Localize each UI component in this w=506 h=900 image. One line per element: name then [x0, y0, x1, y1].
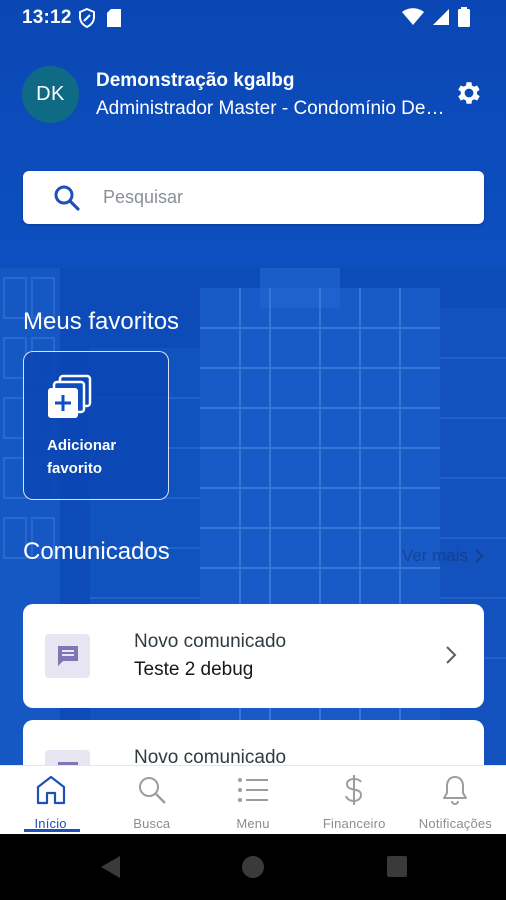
announcement-title: Teste 2 debug — [134, 659, 254, 680]
shield-icon — [79, 8, 95, 28]
announcement-card[interactable]: Novo comunicado Teste 2 debug — [23, 604, 484, 708]
nav-item-notificacoes[interactable]: Notificações — [405, 766, 506, 834]
chevron-right-icon — [446, 646, 457, 664]
recents-icon[interactable] — [386, 854, 408, 880]
avatar[interactable]: DK — [22, 66, 79, 123]
dollar-icon — [345, 775, 363, 805]
announcements-title: Comunicados — [23, 538, 170, 565]
search-icon — [138, 777, 166, 804]
signal-icon — [433, 9, 449, 25]
add-favorite-label: Adicionar favorito — [47, 437, 117, 477]
nav-label: Notificações — [418, 816, 493, 831]
app-screen: 13:12 DK Demonstração kgalbg Administrad… — [0, 0, 506, 834]
nav-item-busca[interactable]: Busca — [101, 766, 202, 834]
user-header: DK Demonstração kgalbg Administrador Mas… — [22, 64, 484, 124]
add-favorite-button[interactable]: Adicionar favorito — [23, 351, 169, 500]
chevron-right-icon — [475, 549, 484, 563]
nav-label: Busca — [133, 816, 171, 831]
active-indicator — [24, 829, 80, 832]
search-icon — [54, 185, 80, 211]
battery-icon — [458, 7, 470, 27]
favorites-title: Meus favoritos — [23, 308, 180, 335]
nav-label: Menu — [236, 816, 270, 831]
nav-item-menu[interactable]: Menu — [202, 766, 303, 834]
user-role: Administrador Master - Condomínio Demons… — [96, 98, 446, 119]
home-icon — [36, 775, 65, 805]
message-icon — [45, 634, 90, 678]
announcement-type: Novo comunicado — [134, 631, 287, 652]
home-button-icon[interactable] — [241, 854, 265, 880]
status-time: 13:12 — [22, 7, 72, 28]
gear-icon[interactable] — [454, 78, 484, 108]
system-navigation-bar — [0, 834, 506, 900]
back-icon[interactable] — [98, 854, 122, 880]
nav-item-inicio[interactable]: Início — [0, 766, 101, 834]
bell-icon — [443, 776, 468, 806]
user-name: Demonstração kgalbg — [96, 70, 295, 91]
nav-item-financeiro[interactable]: Financeiro — [304, 766, 405, 834]
menu-icon — [238, 778, 268, 802]
search-input[interactable] — [103, 187, 463, 208]
see-more-label: Ver mais — [401, 546, 468, 565]
bottom-navigation: Início Busca Menu Financeiro Notificaçõe… — [0, 765, 506, 834]
add-stack-icon — [48, 374, 92, 418]
wifi-icon — [402, 8, 424, 25]
sd-card-icon — [107, 9, 121, 27]
see-more-link[interactable]: Ver mais — [402, 546, 484, 566]
status-bar: 13:12 — [0, 0, 506, 36]
search-bar[interactable] — [23, 171, 484, 224]
nav-label: Financeiro — [322, 816, 386, 831]
